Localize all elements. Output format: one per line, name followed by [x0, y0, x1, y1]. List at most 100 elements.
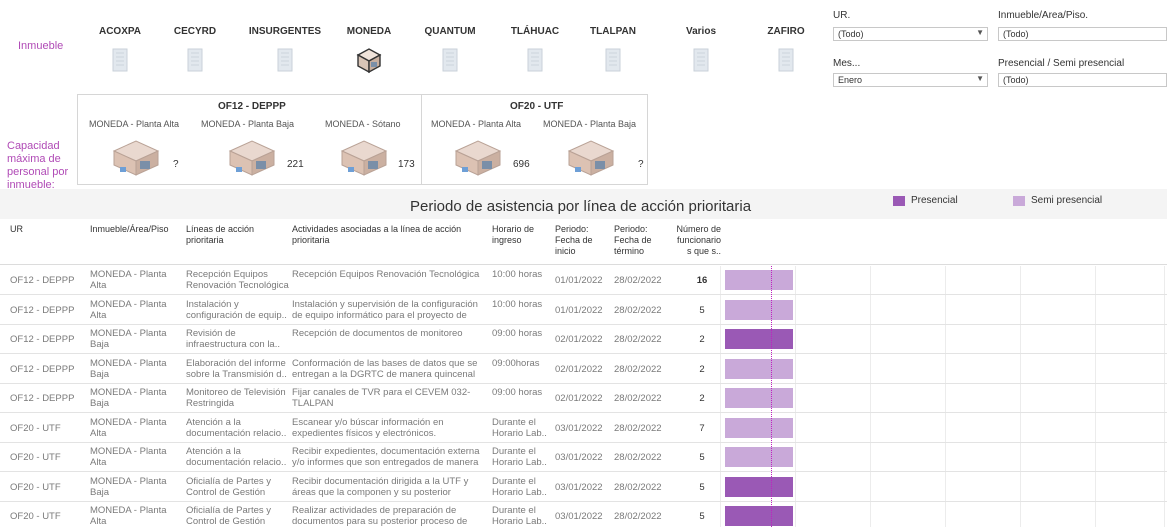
cell-inicio: 01/01/2022: [555, 275, 603, 286]
table-row[interactable]: OF20 - UTF MONEDA - Planta Alta Atención a…: [0, 443, 1167, 472]
cell-horario: 10:00 horas: [492, 269, 543, 280]
cell-numero: 16: [696, 275, 708, 286]
period-bar[interactable]: [725, 299, 793, 320]
period-bar[interactable]: [725, 476, 793, 497]
table-row[interactable]: OF12 - DEPPP MONEDA - Planta Alta Instalac…: [0, 296, 1167, 325]
col-header-numero: Número de funcionario s que s..: [676, 224, 721, 256]
building-name: Varios: [685, 26, 717, 37]
cell-inicio: 02/01/2022: [555, 334, 603, 345]
mes-filter-select[interactable]: Enero ▼: [833, 73, 988, 87]
cell-actividad: Recibir documentación dirigida a la UTF …: [292, 475, 469, 499]
cell-numero: 5: [699, 481, 705, 493]
period-bar[interactable]: [725, 270, 793, 290]
table-row[interactable]: OF12 - DEPPP MONEDA - Planta Alta Recepció…: [0, 266, 1167, 295]
table-row[interactable]: OF12 - DEPPP MONEDA - Planta Baja Monitore…: [0, 384, 1167, 413]
period-bar[interactable]: [725, 329, 793, 349]
capacity-label: Capacidad máxima de personal por inmuebl…: [7, 140, 69, 191]
moneda-building-icon: [454, 140, 502, 176]
cell-inmueble: MONEDA - Planta Baja: [90, 328, 167, 350]
capacity-item-name: MONEDA - Sótano: [325, 119, 401, 129]
capacity-item-name: MONEDA - Planta Alta: [89, 119, 180, 129]
col-header-horario: Horario de ingreso: [492, 224, 535, 245]
cell-termino: 28/02/2022: [614, 393, 662, 404]
cell-horario: Durante el Horario Lab..: [492, 416, 547, 439]
presencial-filter-select[interactable]: (Todo): [998, 73, 1167, 87]
table-row[interactable]: OF12 - DEPPP MONEDA - Planta Baja Elaborac…: [0, 355, 1167, 384]
building-option[interactable]: INSURGENTES: [240, 26, 330, 74]
cell-actividad: Recepción de documentos de monitoreo: [292, 328, 463, 339]
table-row[interactable]: OF20 - UTF MONEDA - Planta Alta Oficialía …: [0, 502, 1167, 527]
stacked-building-icon: [605, 48, 621, 72]
cell-actividad: Realizar actividades de preparación de d…: [292, 505, 468, 527]
ur-filter-select[interactable]: (Todo) ▼: [833, 27, 988, 41]
cell-inmueble: MONEDA - Planta Alta: [90, 269, 167, 291]
moneda-building-icon: [340, 140, 388, 176]
cell-actividad: Conformación de las bases de datos que s…: [292, 357, 478, 380]
col-header-lineas: Líneas de acción prioritaria: [186, 224, 255, 245]
cell-termino: 28/02/2022: [614, 511, 662, 522]
table-row[interactable]: OF20 - UTF MONEDA - Planta Alta Atención a…: [0, 414, 1167, 443]
cell-horario: 09:00 horas: [492, 387, 543, 398]
building-name: ZAFIRO: [767, 26, 805, 37]
building-name: QUANTUM: [424, 26, 476, 37]
period-bar[interactable]: [725, 388, 793, 408]
building-name: MONEDA: [346, 26, 392, 37]
period-bar[interactable]: [725, 358, 793, 379]
table-row[interactable]: OF12 - DEPPP MONEDA - Planta Baja Revisió…: [0, 325, 1167, 354]
cell-linea: Oficialía de Partes y Control de Gestión: [186, 475, 272, 498]
dome-building-icon: [527, 48, 543, 72]
section-title: Periodo de asistencia por línea de acció…: [410, 198, 752, 215]
cell-linea: Atención a la documentación relacio..: [186, 416, 287, 439]
capacity-item-value: 696: [513, 159, 530, 170]
cell-horario: Durante el Horario Lab..: [492, 475, 547, 498]
building-name: CECYRD: [173, 26, 217, 37]
building-option[interactable]: TLALPAN: [568, 26, 658, 74]
period-bar[interactable]: [725, 506, 793, 526]
capacity-divider: [421, 95, 422, 184]
inmueble-area-filter-select[interactable]: (Todo): [998, 27, 1167, 41]
inmueble-area-filter-value: (Todo): [1003, 29, 1029, 39]
cell-ur: OF20 - UTF: [10, 481, 61, 493]
building-option[interactable]: CECYRD: [150, 26, 240, 74]
cell-horario: Durante el Horario Lab..: [492, 446, 547, 468]
legend-item-semi-presencial[interactable]: Semi presencial: [1013, 195, 1102, 206]
legend-label: Semi presencial: [1031, 195, 1103, 206]
legend-swatch: [1013, 195, 1025, 206]
building-option[interactable]: ZAFIRO: [741, 26, 831, 74]
building-icon: [442, 48, 458, 72]
period-bar[interactable]: [725, 447, 793, 467]
inmueble-label: Inmueble: [18, 40, 64, 52]
moneda-building-icon: [112, 140, 160, 176]
cell-termino: 28/02/2022: [614, 304, 662, 316]
col-header-actividades: Actividades asociadas a la línea de acci…: [292, 224, 462, 245]
capacity-item-value: 173: [398, 159, 415, 170]
cell-ur: OF12 - DEPPP: [10, 275, 75, 286]
capacity-group-title: OF12 - DEPPP: [218, 101, 286, 112]
building-icon: [112, 48, 128, 72]
cell-ur: OF12 - DEPPP: [10, 334, 75, 345]
cell-inicio: 03/01/2022: [555, 452, 603, 463]
office-buildings-icon: [277, 48, 293, 72]
cell-termino: 28/02/2022: [614, 481, 662, 493]
building-name: TLALPAN: [590, 26, 636, 37]
capacity-item-value: ?: [638, 159, 644, 170]
capacity-panel: OF12 - DEPPP OF20 - UTF MONEDA - Planta …: [77, 94, 648, 185]
cell-termino: 28/02/2022: [614, 363, 662, 375]
legend-item-presencial[interactable]: Presencial: [893, 195, 958, 206]
ur-filter-value: (Todo): [838, 29, 864, 39]
table-row[interactable]: OF20 - UTF MONEDA - Planta Baja Oficialía …: [0, 473, 1167, 502]
building-option[interactable]: MONEDA: [324, 26, 414, 74]
period-bar[interactable]: [725, 417, 793, 438]
glass-tower-icon: [778, 48, 794, 72]
building-option[interactable]: Varios: [656, 26, 746, 74]
building-option[interactable]: TLÁHUAC: [490, 26, 580, 74]
cell-inicio: 01/01/2022: [555, 304, 603, 316]
cell-inmueble: MONEDA - Planta Alta: [90, 298, 167, 321]
legend-swatch: [893, 195, 905, 206]
building-option[interactable]: QUANTUM: [405, 26, 495, 74]
presencial-filter-value: (Todo): [1003, 75, 1029, 85]
cell-termino: 28/02/2022: [614, 275, 662, 286]
capacity-item-value: ?: [173, 159, 179, 170]
header-separator: [0, 264, 1167, 265]
cell-actividad: Recepción Equipos Renovación Tecnológica: [292, 269, 480, 280]
